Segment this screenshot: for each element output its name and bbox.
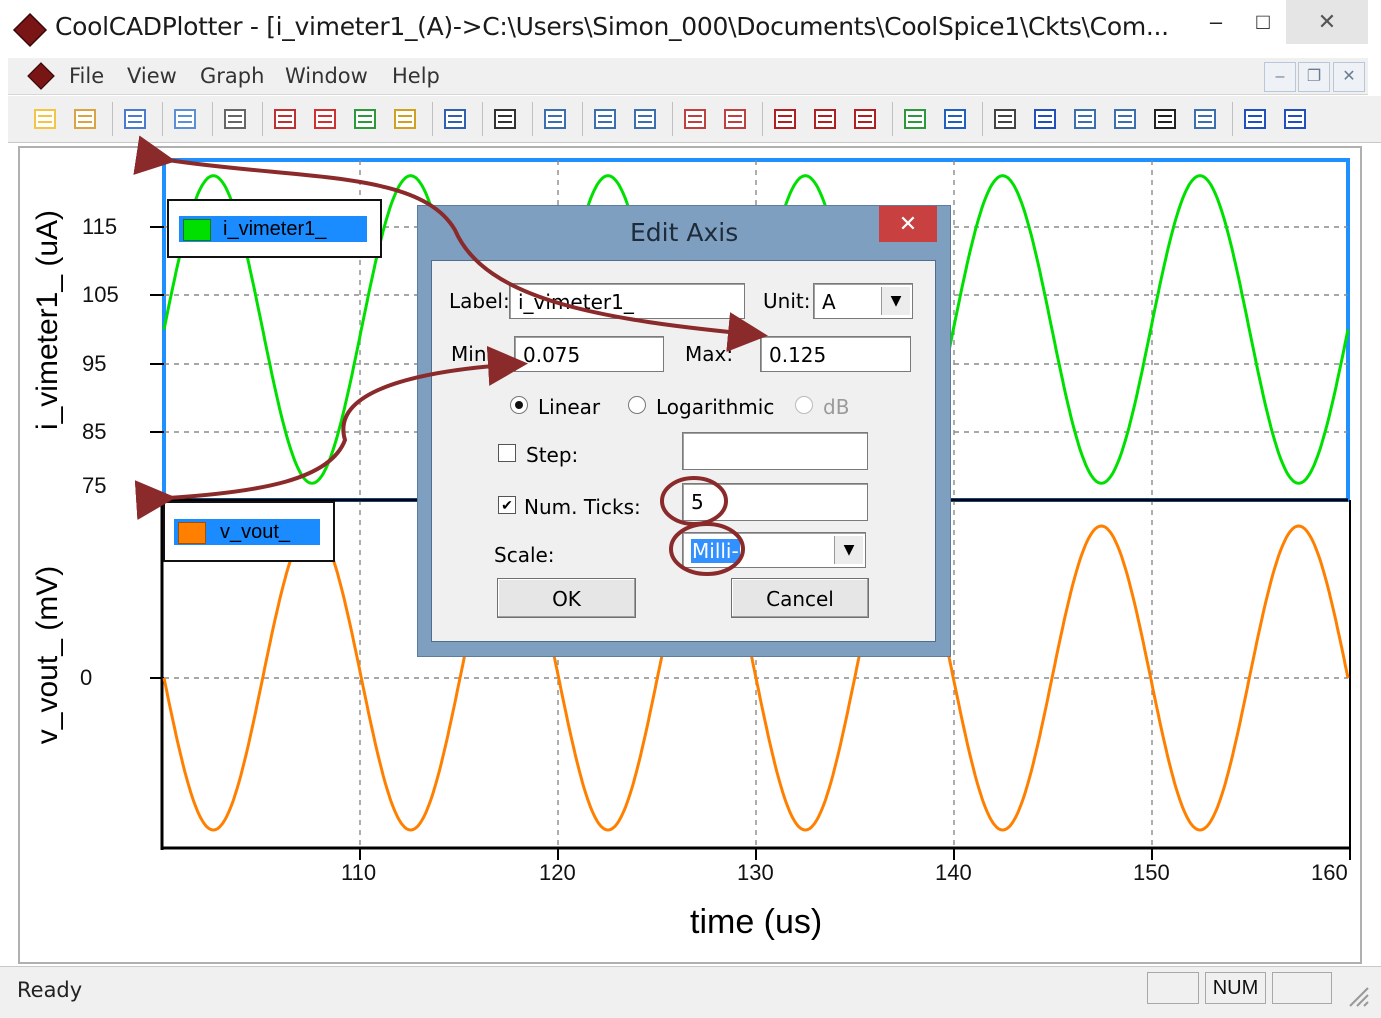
status-text: Ready	[17, 978, 83, 1002]
annotation-arrow-min	[134, 345, 528, 521]
status-scrl-indicator	[1272, 972, 1332, 1004]
annotation-arrow-max	[133, 135, 768, 352]
annotation-circle-scale	[669, 522, 745, 576]
status-num-indicator: NUM	[1205, 972, 1266, 1004]
resize-grip-icon[interactable]	[1344, 982, 1370, 1008]
status-cap-indicator	[1147, 972, 1199, 1004]
annotation-circle-numticks	[660, 476, 728, 526]
annotation-overlay	[133, 135, 768, 576]
